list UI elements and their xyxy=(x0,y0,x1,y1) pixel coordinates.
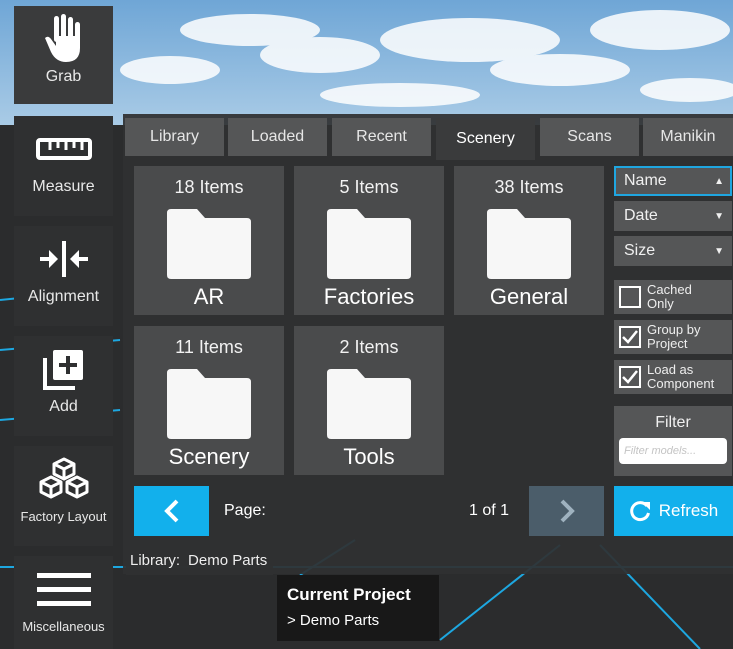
folder-item-count: 5 Items xyxy=(339,177,399,197)
refresh-button[interactable]: Refresh xyxy=(614,486,733,536)
factory-layout-tool-button[interactable]: Factory Layout xyxy=(14,446,113,546)
hand-icon xyxy=(42,10,86,68)
chevron-up-icon: ▲ xyxy=(714,175,724,187)
chevron-down-icon: ▼ xyxy=(714,210,724,222)
add-icon xyxy=(41,340,87,398)
alignment-tool-button[interactable]: Alignment xyxy=(14,226,113,326)
filter-input[interactable] xyxy=(619,438,727,464)
previous-page-button[interactable] xyxy=(134,486,209,536)
tab-loaded[interactable]: Loaded xyxy=(228,118,327,156)
chevron-right-icon xyxy=(560,499,575,523)
checkmark-icon xyxy=(622,330,638,344)
tooltip-title: Current Project xyxy=(287,585,411,604)
folder-name: Tools xyxy=(343,444,395,469)
sort-name-label: Name xyxy=(624,172,667,189)
folder-icon xyxy=(325,207,413,281)
refresh-label: Refresh xyxy=(658,501,719,520)
page-value: 1 of 1 xyxy=(469,502,510,519)
factory-layout-label: Factory Layout xyxy=(20,509,107,524)
sort-size-button[interactable]: Size ▼ xyxy=(614,236,732,266)
alignment-label: Alignment xyxy=(27,288,100,305)
checkmark-icon xyxy=(622,370,638,384)
measure-label: Measure xyxy=(32,178,95,195)
folder-tile[interactable]: 5 Items Factories xyxy=(294,166,444,315)
next-page-button[interactable] xyxy=(529,486,604,536)
chevron-left-icon xyxy=(163,499,178,523)
cached-only-checkbox[interactable]: Cached Only xyxy=(614,280,732,314)
folder-name: Factories xyxy=(323,284,415,309)
checkbox-box[interactable] xyxy=(619,326,641,348)
checkbox-box[interactable] xyxy=(619,366,641,388)
folder-icon xyxy=(165,367,253,441)
tab-manikin[interactable]: Manikin xyxy=(643,118,733,156)
measure-tool-button[interactable]: Measure xyxy=(14,116,113,216)
library-label: Library: xyxy=(130,551,181,569)
checkbox-box[interactable] xyxy=(619,286,641,308)
folder-tile[interactable]: 38 Items General xyxy=(454,166,604,315)
refresh-icon xyxy=(629,501,650,522)
chevron-down-icon: ▼ xyxy=(714,245,724,257)
add-label: Add xyxy=(49,398,78,415)
miscellaneous-tool-button[interactable]: Miscellaneous xyxy=(14,556,113,649)
load-as-component-checkbox[interactable]: Load as Component xyxy=(614,360,732,394)
library-indicator: Library: Demo Parts xyxy=(126,545,274,575)
filter-panel: Filter xyxy=(614,406,732,476)
add-tool-button[interactable]: Add xyxy=(14,336,113,436)
filter-label: Filter xyxy=(655,414,691,431)
sort-name-button[interactable]: Name ▲ xyxy=(614,166,732,196)
page-label: Page: xyxy=(224,502,266,519)
menu-icon xyxy=(36,560,91,618)
sort-date-button[interactable]: Date ▼ xyxy=(614,201,732,231)
sort-date-label: Date xyxy=(624,207,658,224)
load-as-component-label: Load as Component xyxy=(647,362,715,391)
grab-label: Grab xyxy=(45,68,82,85)
folder-name: AR xyxy=(193,284,225,309)
folder-item-count: 2 Items xyxy=(339,337,399,357)
alignment-icon xyxy=(36,230,92,288)
current-project-tooltip: Current Project > Demo Parts xyxy=(277,575,439,641)
miscellaneous-label: Miscellaneous xyxy=(22,619,105,634)
folder-item-count: 18 Items xyxy=(174,177,244,197)
tab-recent[interactable]: Recent xyxy=(332,118,431,156)
tab-scenery[interactable]: Scenery xyxy=(436,118,535,160)
ruler-icon xyxy=(35,120,92,178)
cubes-icon xyxy=(38,450,90,508)
folder-name: General xyxy=(489,284,569,309)
folder-icon xyxy=(165,207,253,281)
folder-tile[interactable]: 2 Items Tools xyxy=(294,326,444,475)
folder-tile[interactable]: 11 Items Scenery xyxy=(134,326,284,475)
group-by-project-label: Group by Project xyxy=(647,322,701,351)
sort-size-label: Size xyxy=(624,242,656,259)
folder-tile[interactable]: 18 Items AR xyxy=(134,166,284,315)
folder-item-count: 11 Items xyxy=(175,337,243,357)
folder-item-count: 38 Items xyxy=(494,177,564,197)
folder-icon xyxy=(325,367,413,441)
folder-icon xyxy=(485,207,573,281)
cached-only-label: Cached Only xyxy=(647,282,692,311)
grab-tool-button[interactable]: Grab xyxy=(14,6,113,104)
tooltip-subtitle: > Demo Parts xyxy=(287,612,380,629)
library-value: Demo Parts xyxy=(188,551,268,569)
group-by-project-checkbox[interactable]: Group by Project xyxy=(614,320,732,354)
tab-scans[interactable]: Scans xyxy=(540,118,639,156)
folder-name: Scenery xyxy=(168,444,250,469)
tab-library[interactable]: Library xyxy=(125,118,224,156)
